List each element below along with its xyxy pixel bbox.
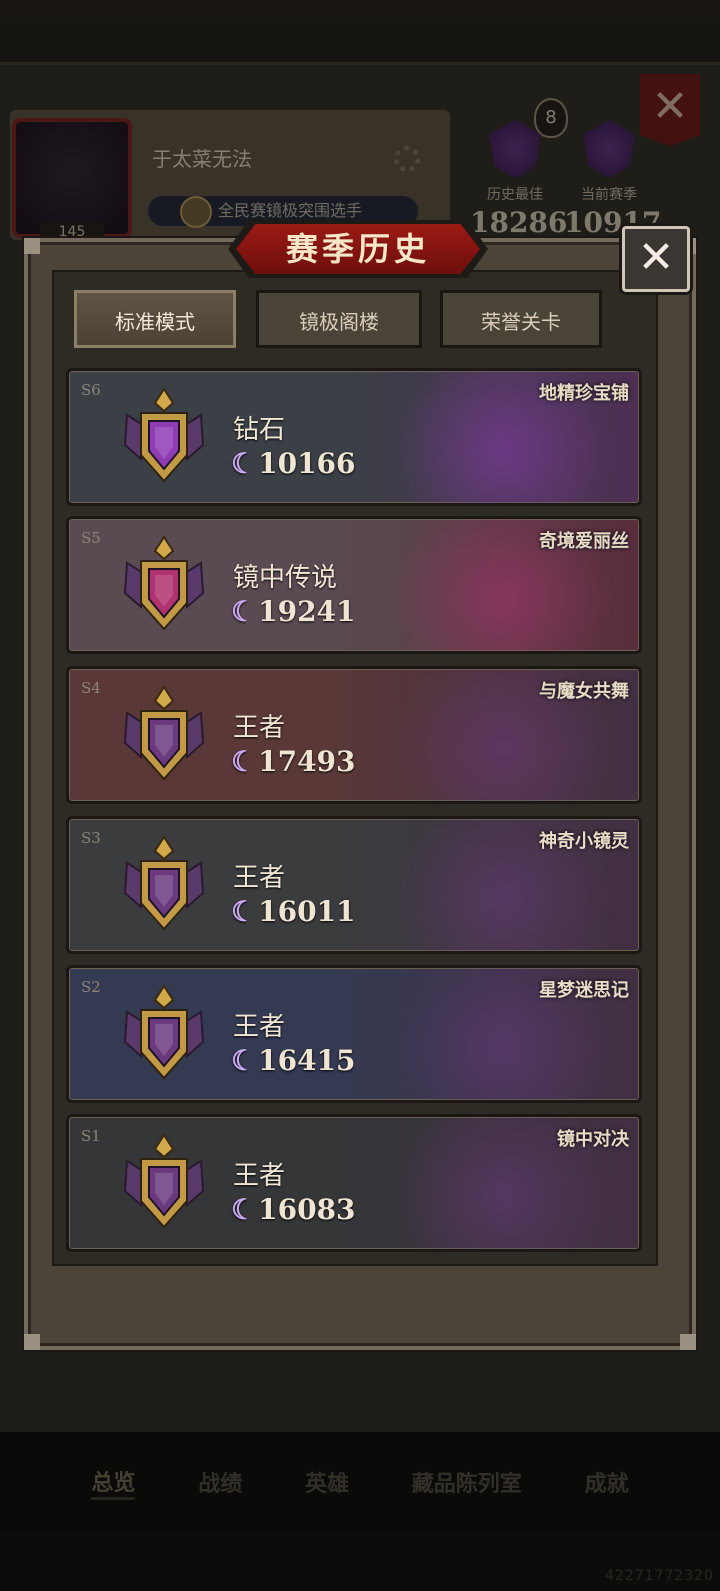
rank-name: 王者	[233, 1161, 286, 1191]
points-value: 16415	[258, 1044, 356, 1077]
modal-title: 赛季历史	[236, 224, 480, 274]
season-code: S2	[81, 978, 101, 996]
tab-standard-mode[interactable]: 标准模式	[74, 290, 236, 348]
king-emblem-icon	[123, 835, 205, 931]
season-code: S4	[81, 679, 101, 697]
frame-corner	[680, 1334, 696, 1350]
tab-honor-stage[interactable]: 荣誉关卡	[440, 290, 602, 348]
points-value: 10166	[258, 447, 356, 480]
points-value: 17493	[258, 745, 356, 778]
moon-points-icon: ☾	[231, 595, 257, 628]
season-row[interactable]: S4 与魔女共舞王者 ☾17493	[66, 666, 642, 804]
close-button[interactable]: ✕	[622, 226, 690, 292]
frame-corner	[24, 1334, 40, 1350]
king-emblem-icon	[123, 1133, 205, 1229]
rank-name: 王者	[233, 863, 286, 893]
season-row[interactable]: S5 奇境爱丽丝镜中传说 ☾19241	[66, 516, 642, 654]
points-value: 19241	[258, 595, 356, 628]
season-row[interactable]: S1 镜中对决王者 ☾16083	[66, 1114, 642, 1252]
king-emblem-icon	[123, 685, 205, 781]
season-row[interactable]: S3 神奇小镜灵王者 ☾16011	[66, 816, 642, 954]
rank-points: ☾19241	[231, 595, 356, 628]
rank-name: 王者	[233, 713, 286, 743]
king-emblem-icon	[123, 984, 205, 1080]
rank-points: ☾16083	[231, 1193, 356, 1226]
rank-name: 镜中传说	[233, 563, 338, 593]
season-theme-logo: 地精珍宝铺	[539, 383, 629, 404]
season-code: S3	[81, 829, 101, 847]
season-theme-logo: 奇境爱丽丝	[539, 531, 629, 552]
moon-points-icon: ☾	[231, 447, 257, 480]
rank-name: 钻石	[233, 415, 286, 445]
moon-points-icon: ☾	[231, 745, 257, 778]
season-code: S5	[81, 529, 101, 547]
moon-points-icon: ☾	[231, 1193, 257, 1226]
rank-name: 王者	[233, 1012, 286, 1042]
season-code: S6	[81, 381, 101, 399]
season-row[interactable]: S6 地精珍宝铺钻石 ☾10166	[66, 368, 642, 506]
frame-corner	[24, 238, 40, 254]
moon-points-icon: ☾	[231, 895, 257, 928]
diamond-emblem-icon	[123, 387, 205, 483]
rank-points: ☾16011	[231, 895, 356, 928]
season-row[interactable]: S2 星梦迷思记王者 ☾16415	[66, 965, 642, 1103]
moon-points-icon: ☾	[231, 1044, 257, 1077]
legend-emblem-icon	[123, 535, 205, 631]
season-code: S1	[81, 1127, 101, 1145]
season-theme-logo: 镜中对决	[557, 1129, 629, 1150]
rank-points: ☾10166	[231, 447, 356, 480]
tab-mirror-attic[interactable]: 镜极阁楼	[256, 290, 422, 348]
rank-points: ☾16415	[231, 1044, 356, 1077]
points-value: 16083	[258, 1193, 356, 1226]
rank-points: ☾17493	[231, 745, 356, 778]
season-theme-logo: 神奇小镜灵	[539, 831, 629, 852]
season-theme-logo: 与魔女共舞	[539, 681, 629, 702]
points-value: 16011	[258, 895, 356, 928]
season-theme-logo: 星梦迷思记	[539, 980, 629, 1001]
